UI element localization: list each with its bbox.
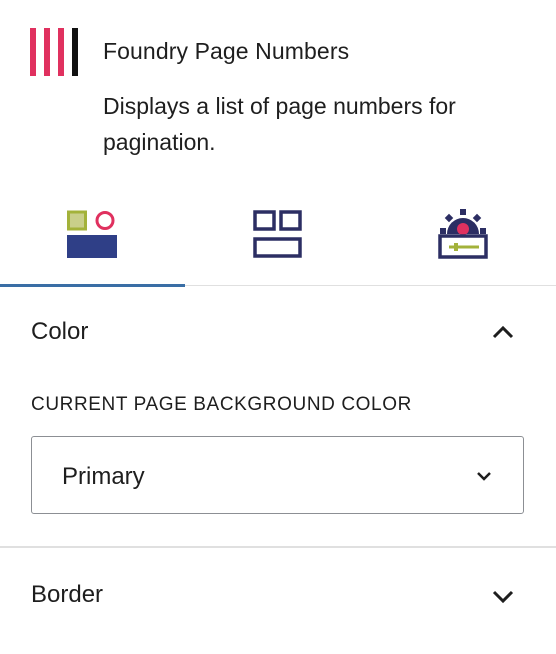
color-panel-toggle[interactable]: Color xyxy=(0,300,556,364)
block-description: Displays a list of page numbers for pagi… xyxy=(103,93,456,155)
chevron-down-icon xyxy=(492,590,514,604)
block-inspector-panel: Foundry Page Numbers Displays a list of … xyxy=(0,0,556,654)
chevron-down-icon xyxy=(477,472,491,481)
tab-settings[interactable] xyxy=(370,185,555,285)
border-panel-toggle[interactable]: Border xyxy=(0,563,556,627)
current-page-background-select[interactable]: Primary xyxy=(31,436,524,514)
current-page-background-label: CURRENT PAGE BACKGROUND COLOR xyxy=(31,394,412,415)
tab-layout[interactable] xyxy=(185,185,370,285)
block-card: Foundry Page Numbers Displays a list of … xyxy=(0,0,556,180)
layout-icon xyxy=(252,210,302,258)
settings-icon xyxy=(437,209,488,259)
block-icon xyxy=(30,28,78,76)
color-panel-title: Color xyxy=(31,318,89,345)
select-value: Primary xyxy=(62,463,145,490)
styles-icon xyxy=(66,210,117,258)
panel-divider xyxy=(0,546,556,548)
border-panel-title: Border xyxy=(31,581,104,608)
chevron-up-icon xyxy=(492,325,514,339)
tab-styles[interactable] xyxy=(0,185,185,287)
inspector-tabs xyxy=(0,185,556,287)
block-title: Foundry Page Numbers xyxy=(103,38,350,64)
